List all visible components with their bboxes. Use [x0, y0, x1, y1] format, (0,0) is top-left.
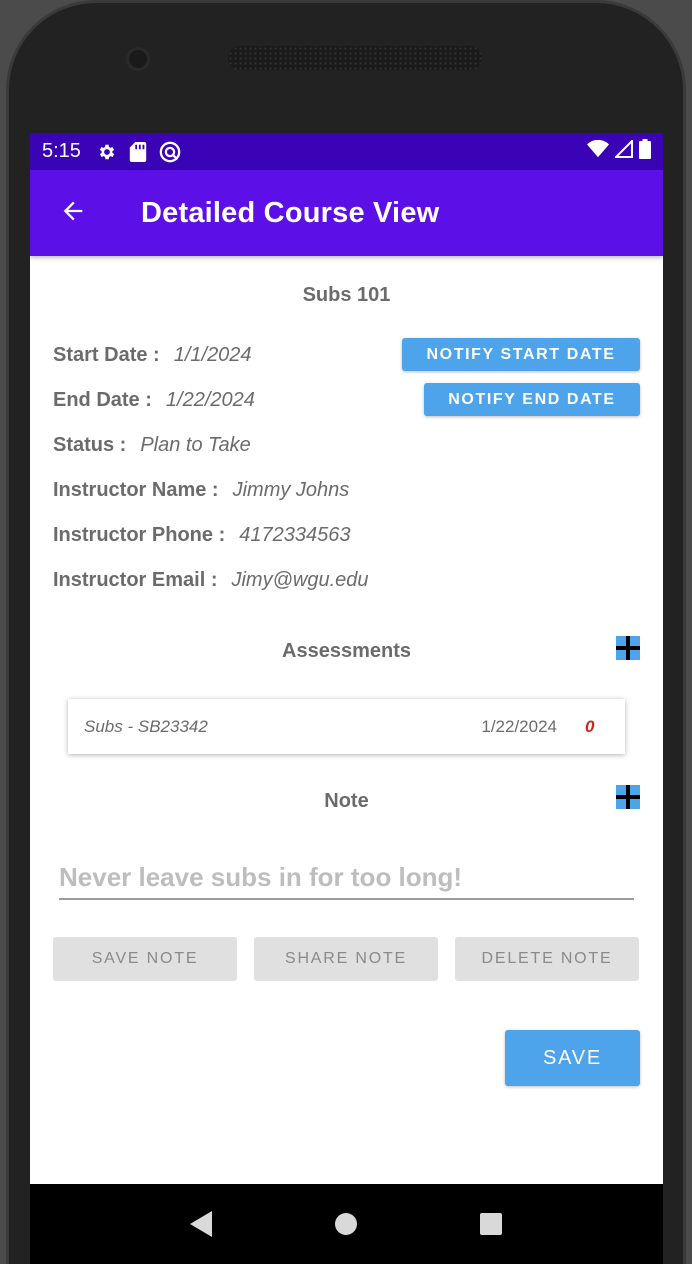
nav-back-button[interactable] — [172, 1194, 232, 1254]
back-arrow-icon — [59, 197, 87, 230]
end-date-label: End Date : — [53, 389, 152, 411]
end-date-value: 1/22/2024 — [165, 389, 255, 411]
instructor-phone-label: Instructor Phone : — [53, 524, 226, 546]
assessment-date: 1/22/2024 — [481, 716, 557, 736]
gear-icon — [97, 142, 117, 162]
save-button[interactable]: SAVE — [505, 1030, 640, 1086]
start-date-label: Start Date : — [53, 344, 160, 366]
nav-recents-button[interactable] — [461, 1194, 521, 1254]
status-bar: 5:15 — [30, 133, 663, 170]
status-value: Plan to Take — [140, 434, 251, 456]
front-camera — [126, 47, 150, 71]
earpiece-speaker — [228, 46, 482, 70]
instructor-name-value: Jimmy Johns — [232, 479, 350, 501]
status-row: Status : Plan to Take — [53, 434, 251, 457]
note-input[interactable] — [59, 856, 634, 900]
device-screen: 5:15 Detailed Course View Subs 101 Start… — [30, 133, 663, 1264]
notify-start-date-button[interactable]: NOTIFY START DATE — [402, 338, 640, 371]
add-note-button[interactable] — [616, 785, 640, 809]
assessment-count: 0 — [585, 716, 595, 736]
assessment-list-item[interactable]: Subs - SB23342 1/22/2024 0 — [68, 699, 625, 754]
instructor-phone-row: Instructor Phone : 4172334563 — [53, 524, 350, 547]
cell-signal-icon — [613, 138, 633, 163]
page-title: Detailed Course View — [141, 196, 440, 229]
instructor-phone-value: 4172334563 — [239, 524, 351, 546]
end-date-row: End Date : 1/22/2024 — [53, 389, 255, 412]
system-nav-bar — [30, 1184, 663, 1264]
instructor-email-value: Jimy@wgu.edu — [231, 569, 369, 591]
add-assessment-button[interactable] — [616, 636, 640, 660]
instructor-email-label: Instructor Email : — [53, 569, 218, 591]
note-header: Note — [324, 790, 369, 812]
instructor-name-row: Instructor Name : Jimmy Johns — [53, 479, 349, 502]
assessment-name: Subs - SB23342 — [84, 716, 208, 736]
share-note-button[interactable]: SHARE NOTE — [254, 937, 438, 981]
course-title: Subs 101 — [302, 284, 391, 306]
save-note-button[interactable]: SAVE NOTE — [53, 937, 237, 981]
course-detail-content: Subs 101 Start Date : 1/1/2024 NOTIFY ST… — [30, 256, 663, 1184]
triangle-back-icon — [190, 1211, 213, 1237]
square-recents-icon — [479, 1213, 502, 1235]
status-right-icons — [587, 138, 651, 164]
notify-end-date-button[interactable]: NOTIFY END DATE — [424, 383, 640, 416]
status-label: Status : — [53, 434, 127, 456]
wifi-icon — [587, 139, 609, 163]
delete-note-button[interactable]: DELETE NOTE — [455, 937, 639, 981]
instructor-name-label: Instructor Name : — [53, 479, 219, 501]
back-button[interactable] — [30, 170, 116, 256]
sd-card-icon — [129, 141, 147, 162]
battery-icon — [639, 139, 651, 164]
sync-icon — [159, 141, 181, 163]
circle-home-icon — [335, 1213, 358, 1235]
start-date-row: Start Date : 1/1/2024 — [53, 344, 252, 367]
app-bar: Detailed Course View — [30, 170, 663, 256]
status-time: 5:15 — [42, 140, 81, 162]
instructor-email-row: Instructor Email : Jimy@wgu.edu — [53, 569, 369, 592]
assessments-header: Assessments — [282, 640, 411, 662]
start-date-value: 1/1/2024 — [173, 344, 252, 366]
nav-home-button[interactable] — [316, 1194, 376, 1254]
